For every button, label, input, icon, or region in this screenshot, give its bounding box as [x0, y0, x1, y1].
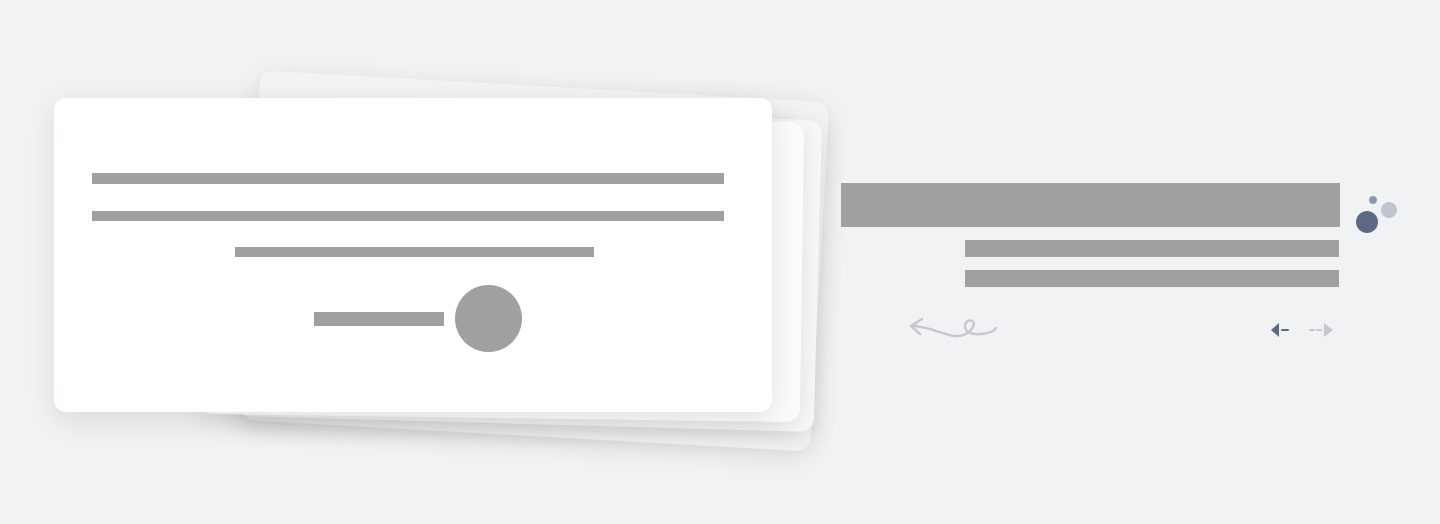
decor-dot-small: [1369, 196, 1377, 204]
quote-line-1: [92, 173, 724, 184]
testimonial-card[interactable]: [54, 98, 772, 412]
decor-dot-large: [1356, 211, 1378, 233]
quote-line-3: [235, 247, 594, 257]
quote-line-2: [92, 211, 724, 221]
avatar: [455, 285, 522, 352]
author-name: [314, 312, 444, 326]
swoosh-arrow-icon: [906, 312, 1000, 348]
arrow-left-icon: [1271, 323, 1289, 337]
section-subtitle-line-2: [965, 270, 1339, 287]
arrow-right-icon: [1309, 323, 1333, 337]
prev-button[interactable]: [1266, 318, 1300, 342]
section-title: [841, 183, 1340, 227]
section-subtitle-line-1: [965, 240, 1339, 257]
testimonial-section: [0, 0, 1440, 524]
decor-dot-medium: [1381, 202, 1397, 218]
next-button[interactable]: [1304, 318, 1338, 342]
